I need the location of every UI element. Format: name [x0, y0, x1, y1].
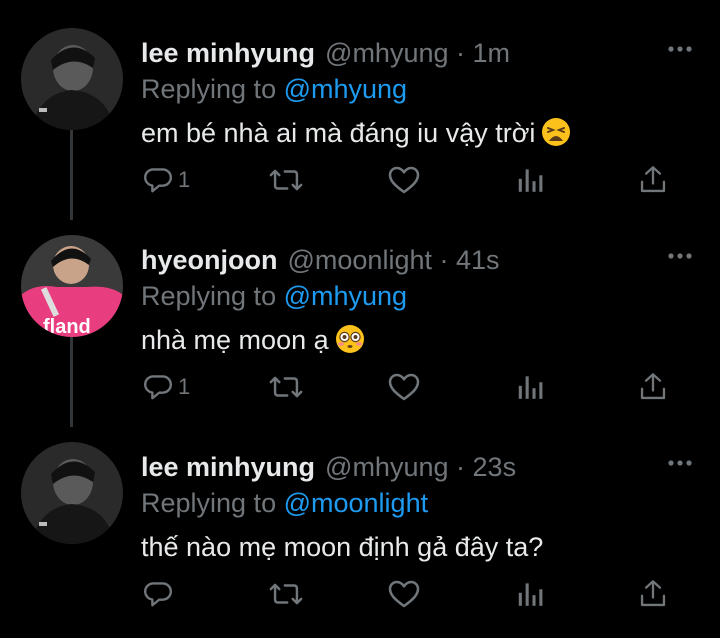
separator-dot: ·: [456, 452, 466, 482]
username[interactable]: @mhyung: [325, 452, 448, 482]
separator-dot: ·: [439, 245, 449, 275]
tweet-3[interactable]: lee minhyung @mhyung · 23s Replying to @m…: [0, 414, 720, 620]
reply-icon: [144, 168, 172, 193]
timestamp[interactable]: 1m: [473, 38, 511, 68]
tweet-text-row: nhà mẹ moon ạ: [141, 321, 365, 364]
share-button[interactable]: [639, 160, 667, 200]
like-button[interactable]: [388, 574, 420, 614]
display-name[interactable]: hyeonjoon: [141, 245, 278, 275]
replying-mention[interactable]: @moonlight: [284, 488, 428, 518]
tweet-actions: 1: [141, 160, 681, 200]
like-button[interactable]: [388, 160, 420, 200]
avatar-hyeonjoon[interactable]: fland: [21, 235, 123, 337]
tweet-text-row: thế nào mẹ moon định gả đây ta?: [141, 528, 543, 566]
analytics-icon: [518, 583, 543, 606]
reply-button[interactable]: 1: [143, 160, 190, 200]
share-icon: [640, 580, 666, 607]
like-icon: [388, 373, 420, 401]
weary-face-emoji-icon: [541, 117, 571, 157]
share-button[interactable]: [639, 367, 667, 407]
display-name[interactable]: lee minhyung: [141, 38, 315, 68]
username[interactable]: @moonlight: [288, 245, 432, 275]
jersey-logo-text: fland: [43, 316, 91, 337]
tweet-header: lee minhyung @mhyung · 23s: [141, 450, 516, 484]
like-button[interactable]: [388, 367, 420, 407]
more-icon[interactable]: [667, 44, 693, 54]
tweet-header: hyeonjoon @moonlight · 41s: [141, 243, 500, 277]
tweet-header: lee minhyung @mhyung · 1m: [141, 36, 510, 70]
tweet-text-row: em bé nhà ai mà đáng iu vậy trời: [141, 114, 571, 157]
separator-dot: ·: [456, 38, 466, 68]
tweet-text: em bé nhà ai mà đáng iu vậy trời: [141, 118, 536, 148]
like-icon: [388, 166, 420, 194]
replying-mention[interactable]: @mhyung: [284, 281, 407, 311]
tweet-1[interactable]: lee minhyung @mhyung · 1m Replying to @mh…: [0, 0, 720, 220]
replying-to: Replying to @moonlight: [141, 486, 428, 520]
replying-mention[interactable]: @mhyung: [284, 74, 407, 104]
retweet-icon: [269, 583, 303, 605]
reply-button[interactable]: 1: [143, 367, 190, 407]
share-icon: [640, 373, 666, 400]
avatar-lee-minhyung[interactable]: [21, 28, 123, 130]
more-icon[interactable]: [667, 458, 693, 468]
retweet-button[interactable]: [269, 574, 303, 614]
replying-prefix: Replying to: [141, 281, 277, 311]
replying-prefix: Replying to: [141, 74, 277, 104]
timestamp[interactable]: 23s: [473, 452, 517, 482]
retweet-button[interactable]: [269, 160, 303, 200]
avatar-lee-minhyung[interactable]: [21, 442, 123, 544]
analytics-icon: [518, 169, 543, 192]
replying-prefix: Replying to: [141, 488, 277, 518]
tweet-actions: [141, 574, 681, 614]
analytics-button[interactable]: [517, 574, 543, 614]
username[interactable]: @mhyung: [325, 38, 448, 68]
replying-to: Replying to @mhyung: [141, 279, 407, 313]
display-name[interactable]: lee minhyung: [141, 452, 315, 482]
tweet-2[interactable]: fland hyeonjoon @moonlight · 41s Replying…: [0, 207, 720, 427]
like-icon: [388, 580, 420, 608]
reply-icon: [144, 582, 172, 607]
analytics-icon: [518, 376, 543, 399]
share-button[interactable]: [639, 574, 667, 614]
more-icon[interactable]: [667, 251, 693, 261]
reply-button[interactable]: [143, 574, 178, 614]
tweet-text: thế nào mẹ moon định gả đây ta?: [141, 532, 544, 562]
reply-count: 1: [178, 374, 191, 399]
retweet-icon: [269, 376, 303, 398]
retweet-button[interactable]: [269, 367, 303, 407]
replying-to: Replying to @mhyung: [141, 72, 407, 106]
tweet-text: nhà mẹ moon ạ: [141, 325, 329, 355]
reply-count: 1: [178, 167, 191, 192]
timestamp[interactable]: 41s: [456, 245, 500, 275]
tweet-actions: 1: [141, 367, 681, 407]
analytics-button[interactable]: [517, 367, 543, 407]
reply-icon: [144, 375, 172, 400]
retweet-icon: [269, 169, 303, 191]
analytics-button[interactable]: [517, 160, 543, 200]
flushed-face-emoji-icon: [335, 324, 365, 364]
share-icon: [640, 166, 666, 193]
